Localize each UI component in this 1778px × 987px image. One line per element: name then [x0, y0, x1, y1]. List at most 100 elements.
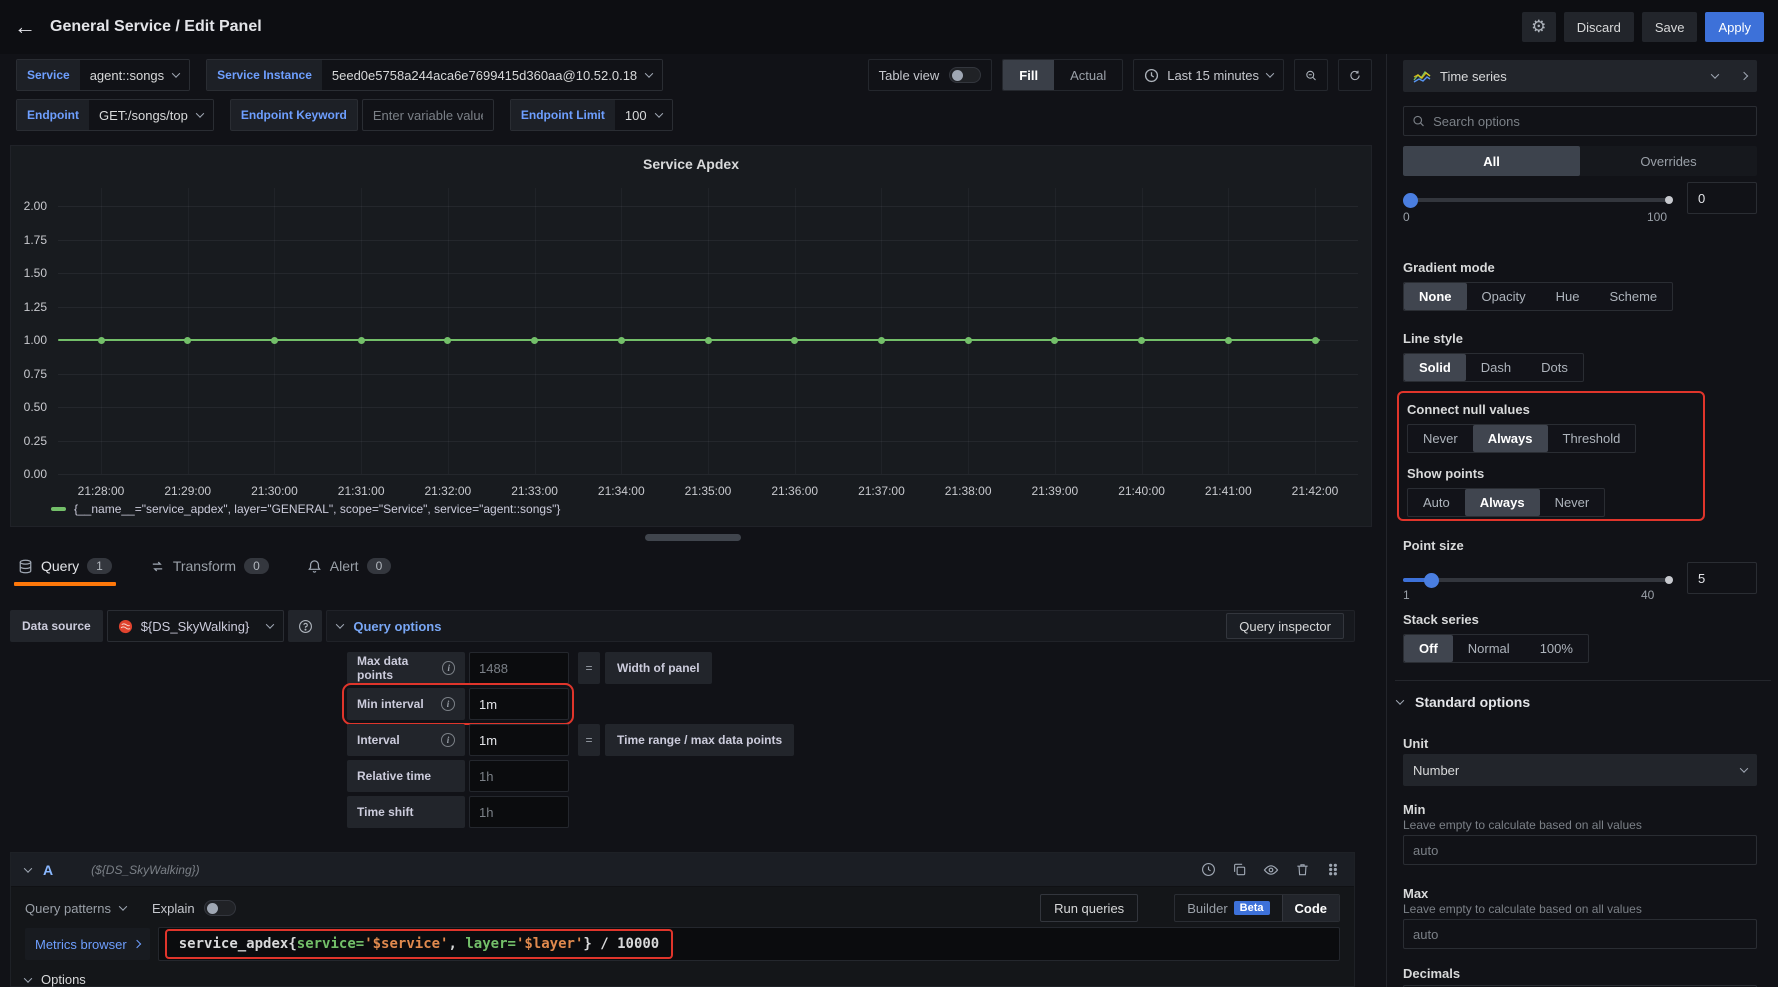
- option-group-label: Line style: [1403, 331, 1584, 346]
- metrics-browser-button[interactable]: Metrics browser: [25, 928, 150, 960]
- query-inspector-button[interactable]: Query inspector: [1226, 613, 1344, 639]
- panel-resize-handle[interactable]: [645, 534, 741, 541]
- query-toolbar: Query patterns Explain Run queries Build…: [11, 887, 1354, 925]
- metrics-browser-label: Metrics browser: [35, 937, 127, 952]
- trash-icon[interactable]: [1295, 862, 1310, 877]
- history-icon[interactable]: [1201, 862, 1216, 877]
- min-input[interactable]: [1403, 835, 1757, 865]
- promql-token: service=: [297, 936, 364, 952]
- tab-overrides[interactable]: Overrides: [1580, 146, 1757, 176]
- options-search-input[interactable]: [1433, 114, 1748, 129]
- discard-button[interactable]: Discard: [1564, 12, 1634, 42]
- option-opacity[interactable]: Opacity: [1467, 283, 1541, 310]
- option-never[interactable]: Never: [1540, 489, 1605, 516]
- fill-opacity-value-input[interactable]: [1687, 182, 1757, 214]
- query-option-input[interactable]: 1h: [469, 796, 569, 828]
- endpoint-limit-variable[interactable]: Endpoint Limit 100: [510, 99, 673, 131]
- option-100-[interactable]: 100%: [1525, 635, 1588, 662]
- option-never[interactable]: Never: [1408, 425, 1473, 452]
- option-solid[interactable]: Solid: [1404, 354, 1466, 381]
- refresh-button[interactable]: [1338, 59, 1372, 91]
- query-option-input[interactable]: 1m: [469, 724, 569, 756]
- question-circle-icon: [298, 619, 313, 634]
- time-range-picker[interactable]: Last 15 minutes: [1133, 59, 1284, 91]
- service-value-dropdown[interactable]: agent::songs: [80, 60, 189, 90]
- option-none[interactable]: None: [1404, 283, 1467, 310]
- visualization-picker[interactable]: Time series: [1403, 60, 1757, 92]
- drag-handle-icon[interactable]: [1326, 862, 1340, 877]
- actual-option[interactable]: Actual: [1054, 60, 1122, 90]
- option-dots[interactable]: Dots: [1526, 354, 1583, 381]
- builder-option[interactable]: Builder Beta: [1175, 895, 1281, 921]
- query-option-input[interactable]: 1488: [469, 652, 569, 684]
- data-point: [1312, 337, 1319, 344]
- promql-editor-field[interactable]: service_apdex{service='$service', layer=…: [158, 927, 1340, 961]
- tab-all[interactable]: All: [1403, 146, 1580, 176]
- query-patterns-dropdown[interactable]: Query patterns: [25, 901, 126, 916]
- max-input[interactable]: [1403, 919, 1757, 949]
- run-queries-button[interactable]: Run queries: [1040, 894, 1138, 922]
- save-button[interactable]: Save: [1642, 12, 1698, 42]
- data-point: [618, 337, 625, 344]
- equals-chip: =: [578, 724, 600, 756]
- data-point: [791, 337, 798, 344]
- code-option[interactable]: Code: [1282, 895, 1340, 921]
- copy-icon[interactable]: [1232, 862, 1247, 877]
- standard-options-section[interactable]: Standard options: [1397, 694, 1530, 710]
- fill-option[interactable]: Fill: [1003, 60, 1054, 90]
- chevron-right-icon[interactable]: [1740, 72, 1748, 80]
- option-auto[interactable]: Auto: [1408, 489, 1465, 516]
- datasource-label: Data source: [10, 610, 103, 642]
- slider-track[interactable]: [1403, 198, 1671, 202]
- plot-area[interactable]: 21:28:0021:29:0021:30:0021:31:0021:32:00…: [58, 206, 1358, 474]
- refresh-icon: [1349, 68, 1361, 83]
- option-hue[interactable]: Hue: [1541, 283, 1595, 310]
- query-option-input[interactable]: 1m: [469, 688, 569, 720]
- service-instance-variable[interactable]: Service Instance 5eed0e5758a244aca6e7699…: [206, 59, 663, 91]
- query-options-header[interactable]: Query options Query inspector: [326, 610, 1355, 642]
- query-option-note: Time range / max data points: [605, 724, 794, 756]
- query-options-collapse[interactable]: Options: [11, 961, 1354, 987]
- tab-alert[interactable]: Alert 0: [303, 550, 395, 586]
- y-axis-tick: 0.50: [24, 400, 47, 414]
- service-variable[interactable]: Service agent::songs: [16, 59, 190, 91]
- query-option-main: Max data pointsi1488: [347, 652, 569, 684]
- apply-button[interactable]: Apply: [1705, 12, 1764, 42]
- explain-toggle[interactable]: [204, 900, 236, 916]
- option-scheme[interactable]: Scheme: [1594, 283, 1672, 310]
- option-normal[interactable]: Normal: [1453, 635, 1525, 662]
- slider-track[interactable]: [1403, 578, 1671, 582]
- query-option-input[interactable]: 1h: [469, 760, 569, 792]
- zoom-out-button[interactable]: [1294, 59, 1328, 91]
- option-dash[interactable]: Dash: [1466, 354, 1526, 381]
- top-bar-actions: ⚙ Discard Save Apply: [1522, 12, 1764, 42]
- point-size-value-input[interactable]: [1687, 562, 1757, 594]
- skywalking-logo-icon: [118, 619, 133, 634]
- service-instance-value-dropdown[interactable]: 5eed0e5758a244aca6e7699415d360aa@10.52.0…: [322, 60, 662, 90]
- eye-icon[interactable]: [1263, 862, 1279, 878]
- query-row-header[interactable]: A (${DS_SkyWalking}): [11, 853, 1354, 887]
- legend-swatch: [51, 507, 66, 511]
- datasource-picker[interactable]: ${DS_SkyWalking}: [107, 610, 285, 642]
- back-arrow-icon[interactable]: ←: [14, 16, 36, 38]
- endpoint-limit-value-dropdown[interactable]: 100: [615, 100, 672, 130]
- legend[interactable]: {__name__="service_apdex", layer="GENERA…: [51, 502, 560, 516]
- option-always[interactable]: Always: [1465, 489, 1540, 516]
- table-view-label: Table view: [879, 68, 940, 83]
- options-search[interactable]: [1403, 106, 1757, 136]
- promql-expression[interactable]: service_apdex{service='$service', layer=…: [165, 929, 673, 959]
- tab-query[interactable]: Query 1: [14, 550, 116, 586]
- option-off[interactable]: Off: [1404, 635, 1453, 662]
- slider-handle[interactable]: [1424, 573, 1439, 588]
- tab-transform[interactable]: Transform 0: [146, 550, 273, 586]
- option-always[interactable]: Always: [1473, 425, 1548, 452]
- help-circle-icon[interactable]: [288, 610, 322, 642]
- slider-handle[interactable]: [1403, 193, 1418, 208]
- endpoint-keyword-input[interactable]: [362, 99, 494, 131]
- gear-icon[interactable]: ⚙: [1522, 12, 1556, 42]
- table-view-toggle[interactable]: [949, 67, 981, 83]
- option-threshold[interactable]: Threshold: [1548, 425, 1636, 452]
- unit-select[interactable]: Number: [1403, 754, 1757, 786]
- endpoint-value-dropdown[interactable]: GET:/songs/top: [89, 100, 213, 130]
- endpoint-variable[interactable]: Endpoint GET:/songs/top: [16, 99, 214, 131]
